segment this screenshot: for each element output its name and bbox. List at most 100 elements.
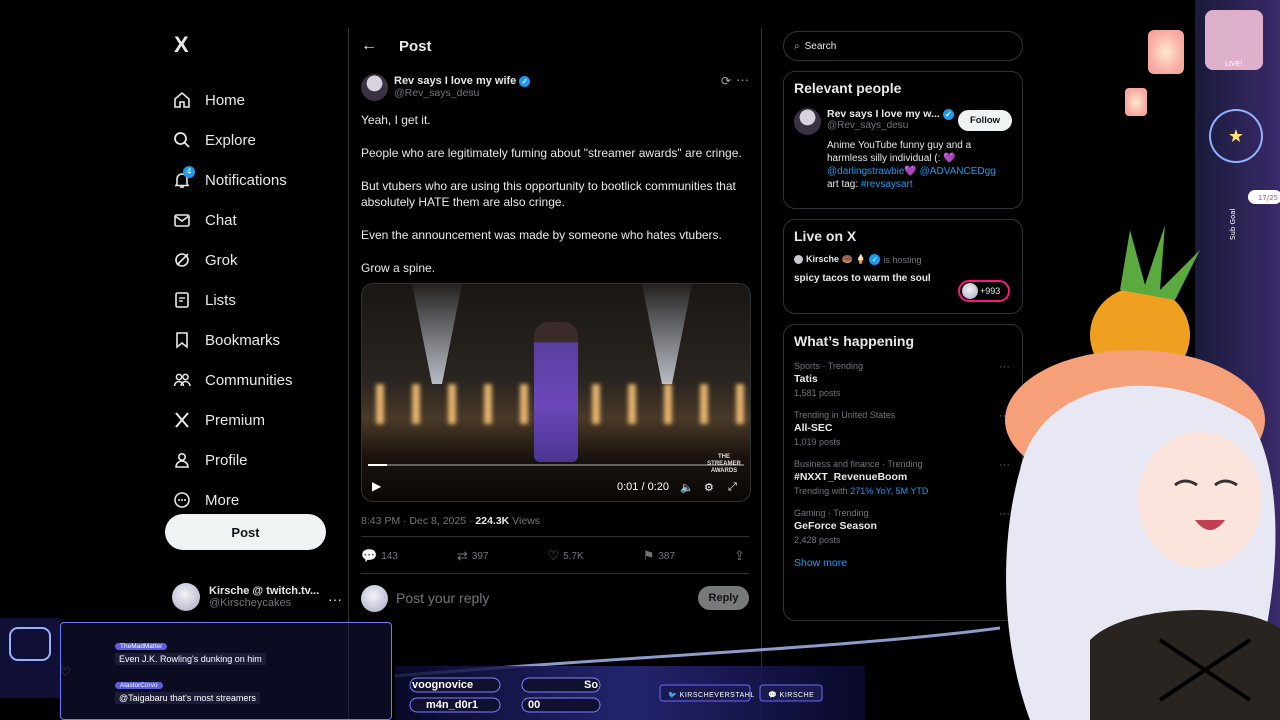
post-paragraph: Yeah, I get it. — [361, 113, 431, 127]
nav-item-lists[interactable]: Lists — [160, 280, 340, 320]
stage-presenter — [534, 322, 578, 462]
show-more-link[interactable]: Show more — [794, 557, 1012, 569]
nav-item-profile[interactable]: Profile — [160, 440, 340, 480]
bio-text: 💜 — [904, 166, 920, 177]
person-handle[interactable]: @Rev_says_desu — [827, 120, 954, 131]
bio-link[interactable]: @darlingstrawbie — [827, 166, 904, 177]
video-progress-bar[interactable] — [368, 464, 744, 466]
vtuber-avatar-art: ★ LIVE! 17/25 Sub Goal — [1005, 0, 1280, 720]
trend-item[interactable]: Trending in United States All-SEC 1,019 … — [794, 410, 1012, 447]
avatar[interactable] — [794, 108, 821, 135]
nav-label: Premium — [205, 411, 266, 429]
post-button[interactable]: Post — [165, 514, 326, 550]
trend-context: Business and finance · Trending — [794, 459, 923, 469]
live-card[interactable]: Live on X Kirsche 🍩 🍦 ✓ is hosting spicy… — [783, 219, 1023, 314]
author-name[interactable]: Rev says I love my wife — [394, 75, 516, 87]
reply-button[interactable]: Reply — [698, 586, 749, 610]
bookmark-count: 387 — [658, 550, 676, 562]
trend-sub-link[interactable]: 271% YoY, 5M YTD — [850, 486, 928, 496]
nav-item-chat[interactable]: Chat — [160, 200, 340, 240]
chat-text: Even J.K. Rowling's dunking on him — [115, 653, 266, 665]
social-handle-text: KIRSCHEVERSTAHL — [679, 692, 755, 699]
reply-input[interactable]: Post your reply — [396, 590, 698, 606]
hud-value: 00 — [528, 699, 541, 711]
repost-icon: ⇄ — [456, 548, 468, 563]
nav-item-home[interactable]: Home — [160, 80, 340, 120]
main-column: ← Post Rev says I love my wife ✓ @Rev_sa… — [348, 28, 762, 720]
live-title: Live on X — [794, 228, 857, 244]
author-avatar[interactable] — [361, 73, 388, 101]
person-name-row[interactable]: Rev says I love my w... ✓ — [827, 108, 954, 120]
avatar — [361, 584, 388, 612]
repost-action[interactable]: ⇄ 397 — [457, 548, 489, 564]
trend-sub: 1,019 posts — [794, 437, 841, 447]
person-name[interactable]: Rev says I love my w... — [827, 108, 940, 120]
volume-icon[interactable]: 🔈 — [680, 481, 694, 494]
nav-item-grok[interactable]: Grok — [160, 240, 340, 280]
nav-item-premium[interactable]: Premium — [160, 400, 340, 440]
bio-link[interactable]: #revsaysart — [861, 179, 913, 190]
bio-link[interactable]: @ADVANCEDgg — [920, 166, 996, 177]
reply-action[interactable]: 💬 143 — [361, 548, 398, 564]
nav-label: Profile — [205, 451, 248, 469]
nav-item-notifications[interactable]: 4 Notifications — [160, 160, 340, 200]
like-action[interactable]: ♡ 5.7K — [547, 548, 583, 564]
account-switcher[interactable]: Kirsche @ twitch.tv... @Kirscheycakes ··… — [172, 583, 342, 611]
twitter-icon: 🐦 — [668, 692, 680, 699]
nav-item-communities[interactable]: Communities — [160, 360, 340, 400]
trend-context: Gaming · Trending — [794, 508, 869, 518]
divider — [361, 536, 749, 537]
play-icon[interactable]: ▶ — [372, 479, 381, 493]
author-name-row[interactable]: Rev says I love my wife ✓ — [394, 75, 531, 87]
stream-overlay-right: ★ LIVE! 17/25 Sub Goal — [1000, 0, 1280, 720]
page-title: Post — [399, 37, 432, 55]
person-icon — [172, 450, 192, 470]
trend-sub: Trending with 271% YoY, 5M YTD — [794, 486, 1012, 496]
bio-text: art tag: — [827, 179, 861, 190]
more-icon[interactable]: ··· — [736, 72, 749, 87]
search-icon: ⌕ — [794, 40, 800, 52]
more-circle-icon — [172, 490, 192, 510]
x-logo-icon[interactable]: X — [174, 28, 340, 62]
search-input[interactable]: ⌕ Search — [783, 31, 1023, 61]
whats-happening-title: What’s happening — [794, 333, 915, 349]
share-action[interactable]: ⇪ — [734, 548, 749, 564]
avatar — [962, 283, 978, 299]
search-icon — [172, 130, 192, 150]
settings-icon[interactable]: ⚙ — [704, 481, 714, 494]
more-icon[interactable]: ··· — [328, 591, 342, 607]
bookmark-action[interactable]: ⚑ 387 — [643, 548, 675, 564]
trend-item[interactable]: Sports · Trending Tatis 1,581 posts ··· — [794, 361, 1012, 398]
live-host: Kirsche 🍩 🍦 — [806, 254, 867, 264]
trend-item[interactable]: Gaming · Trending GeForce Season 2,428 p… — [794, 508, 1012, 545]
hosting-label: is hosting — [883, 254, 922, 265]
post-paragraph: Even the announcement was made by someon… — [361, 228, 722, 242]
social-handle-text: KIRSCHE — [779, 692, 815, 699]
nav-label: Chat — [205, 211, 237, 229]
relevant-people-title: Relevant people — [794, 80, 902, 96]
author-handle[interactable]: @Rev_says_desu — [394, 87, 530, 99]
trend-sub: 1,581 posts — [794, 388, 841, 398]
trend-item[interactable]: Business and finance · Trending #NXXT_Re… — [794, 459, 1012, 496]
relevant-person[interactable]: Rev says I love my w... ✓ @Rev_says_desu … — [794, 108, 1012, 135]
bookmark-icon: ⚑ — [642, 548, 655, 563]
sub-goal-label: Sub Goal — [1229, 208, 1237, 240]
grok-icon[interactable]: ⟳ — [721, 74, 731, 88]
nav-label: Notifications — [205, 171, 287, 189]
x-logo-icon — [172, 410, 192, 430]
video-player[interactable]: THE STREAMER AWARDS ▶ 0:01 / 0:20 🔈 ⚙ ⤢ — [361, 283, 751, 502]
stream-chat: TheMadMatter Even J.K. Rowling's dunking… — [60, 622, 392, 720]
spotlight-beam — [412, 284, 462, 384]
back-arrow-icon[interactable]: ← — [361, 37, 377, 55]
hud-value: So — [584, 679, 599, 691]
trend-title: Tatis — [794, 373, 818, 385]
chat-username: AlastorCorvo — [115, 682, 163, 689]
post-actions: 💬 143 ⇄ 397 ♡ 5.7K ⚑ 387 ⇪ — [361, 548, 749, 564]
bookmark-icon — [172, 330, 192, 350]
nav-item-explore[interactable]: Explore — [160, 120, 340, 160]
social-handle: 💬 KIRSCHE — [768, 691, 814, 699]
post-timestamp[interactable]: 8:43 PM · Dec 8, 2025 · — [361, 515, 475, 527]
fullscreen-icon[interactable]: ⤢ — [728, 481, 737, 494]
verified-icon: ✓ — [869, 254, 881, 265]
nav-item-bookmarks[interactable]: Bookmarks — [160, 320, 340, 360]
